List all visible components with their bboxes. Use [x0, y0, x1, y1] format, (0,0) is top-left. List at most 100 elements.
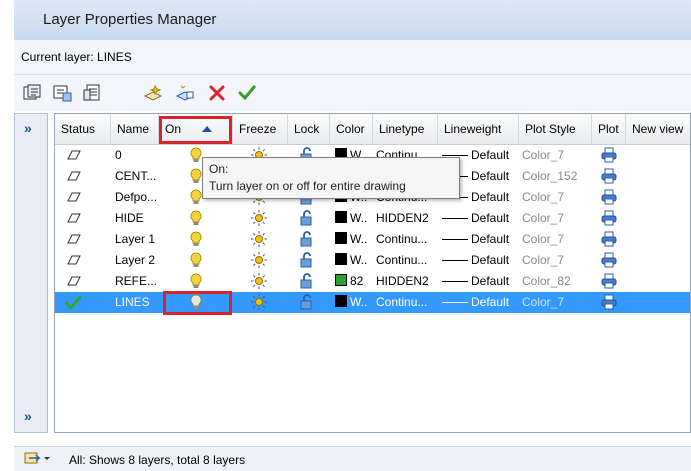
color-swatch [335, 295, 347, 307]
sun-icon[interactable] [251, 250, 271, 273]
table-row[interactable]: HIDE W.. HIDDEN2 Default Color_7 [55, 208, 690, 229]
printer-icon[interactable] [601, 271, 621, 294]
table-row[interactable]: LINES W.. Continu... Default Color_7 [55, 292, 690, 313]
bulb-icon[interactable] [190, 250, 210, 273]
new-group-filter-icon[interactable] [52, 82, 74, 104]
layer-linetype[interactable]: HIDDEN2 [376, 208, 438, 229]
layer-plot-style[interactable]: Color_82 [522, 271, 592, 292]
col-name[interactable]: Name [111, 114, 159, 144]
sun-icon[interactable] [251, 208, 271, 231]
col-freeze[interactable]: Freeze [233, 114, 288, 144]
delete-layer-icon[interactable] [206, 82, 228, 104]
col-linetype[interactable]: Linetype [373, 114, 438, 144]
layer-lineweight[interactable]: Default [442, 208, 520, 229]
lock-icon[interactable] [300, 271, 320, 294]
bulb-icon[interactable] [190, 271, 210, 294]
invert-filter-icon[interactable] [24, 450, 52, 469]
layer-plot-style[interactable]: Color_7 [522, 292, 592, 313]
lock-icon[interactable] [300, 229, 320, 252]
printer-icon[interactable] [601, 187, 621, 210]
expand-filter-button-bottom[interactable]: » [24, 408, 32, 424]
new-property-filter-icon[interactable] [22, 82, 44, 104]
lineweight-sample [442, 155, 468, 156]
color-swatch [335, 211, 347, 223]
tooltip-title: On: [209, 162, 229, 176]
printer-icon[interactable] [601, 145, 621, 168]
layer-states-manager-icon[interactable] [82, 82, 104, 104]
layer-toolbar [14, 75, 691, 111]
layer-plot-style[interactable]: Color_7 [522, 229, 592, 250]
layer-linetype[interactable]: HIDDEN2 [376, 271, 438, 292]
layer-plot-style[interactable]: Color_7 [522, 187, 592, 208]
sun-icon[interactable] [251, 271, 271, 294]
lock-icon[interactable] [300, 292, 320, 315]
color-swatch [335, 253, 347, 265]
lock-icon[interactable] [300, 250, 320, 273]
table-row[interactable]: Layer 1 W.. Continu... Default Color_7 [55, 229, 690, 250]
printer-icon[interactable] [601, 208, 621, 231]
current-layer-label: Current layer: LINES [21, 50, 132, 64]
printer-icon[interactable] [601, 166, 621, 189]
layer-color[interactable]: W.. [335, 208, 373, 229]
layer-name[interactable]: CENT... [115, 166, 159, 187]
layer-linetype[interactable]: Continu... [376, 229, 438, 250]
expand-filter-button-top[interactable]: » [24, 120, 32, 136]
current-layer-bar: Current layer: LINES [14, 40, 691, 75]
layer-lineweight[interactable]: Default [442, 271, 520, 292]
col-on-label: On [165, 122, 182, 136]
layer-name[interactable]: HIDE [115, 208, 159, 229]
filter-tree-collapsed: » » [14, 113, 48, 433]
printer-icon[interactable] [601, 292, 621, 315]
col-new-vp-freeze[interactable]: New view [626, 114, 690, 144]
layer-linetype[interactable]: Continu... [376, 292, 438, 313]
new-layer-vp-frozen-icon[interactable] [174, 82, 196, 104]
layer-plot-style[interactable]: Color_152 [522, 166, 592, 187]
col-lineweight[interactable]: Lineweight [438, 114, 519, 144]
col-on[interactable]: On [159, 114, 233, 144]
sun-icon[interactable] [251, 229, 271, 252]
layer-linetype[interactable]: Continu... [376, 250, 438, 271]
bulb-icon[interactable] [190, 229, 210, 252]
layer-name[interactable]: Layer 1 [115, 229, 159, 250]
table-row[interactable]: Layer 2 W.. Continu... Default Color_7 [55, 250, 690, 271]
layer-color[interactable]: W.. [335, 250, 373, 271]
printer-icon[interactable] [601, 250, 621, 273]
layer-name[interactable]: 0 [115, 145, 159, 166]
layer-plot-style[interactable]: Color_7 [522, 208, 592, 229]
col-color[interactable]: Color [330, 114, 373, 144]
lineweight-sample [442, 281, 468, 282]
current-layer-check-icon[interactable] [65, 292, 105, 317]
bulb-icon[interactable] [190, 292, 210, 315]
set-current-icon[interactable] [236, 82, 258, 104]
col-plot-style[interactable]: Plot Style [519, 114, 592, 144]
sun-icon[interactable] [251, 292, 271, 315]
layer-name[interactable]: REFE... [115, 271, 159, 292]
table-row[interactable]: REFE... 82 HIDDEN2 Default Color_82 [55, 271, 690, 292]
color-swatch [335, 274, 347, 286]
window-title: Layer Properties Manager [43, 11, 217, 28]
column-header-row: Status Name On Freeze Lock Color Linetyp… [55, 114, 690, 145]
layer-plot-style[interactable]: Color_7 [522, 145, 592, 166]
layer-name[interactable]: Defpo... [115, 187, 159, 208]
layer-color[interactable]: 82 [335, 271, 373, 292]
layer-name[interactable]: Layer 2 [115, 250, 159, 271]
layer-lineweight[interactable]: Default [442, 292, 520, 313]
printer-icon[interactable] [601, 229, 621, 252]
bulb-icon[interactable] [190, 208, 210, 231]
layer-lineweight[interactable]: Default [442, 229, 520, 250]
color-swatch [335, 232, 347, 244]
lock-icon[interactable] [300, 208, 320, 231]
new-layer-icon[interactable] [142, 82, 164, 104]
layer-lineweight[interactable]: Default [442, 250, 520, 271]
on-column-tooltip: On: Turn layer on or off for entire draw… [202, 157, 460, 199]
status-bar: All: Shows 8 layers, total 8 layers [14, 446, 691, 471]
sort-ascending-icon [202, 126, 212, 132]
layer-name[interactable]: LINES [115, 292, 159, 313]
layer-color[interactable]: W.. [335, 229, 373, 250]
col-status[interactable]: Status [55, 114, 111, 144]
layer-plot-style[interactable]: Color_7 [522, 250, 592, 271]
col-lock[interactable]: Lock [288, 114, 330, 144]
layer-color[interactable]: W.. [335, 292, 373, 313]
col-plot[interactable]: Plot [592, 114, 626, 144]
lineweight-sample [442, 302, 468, 303]
